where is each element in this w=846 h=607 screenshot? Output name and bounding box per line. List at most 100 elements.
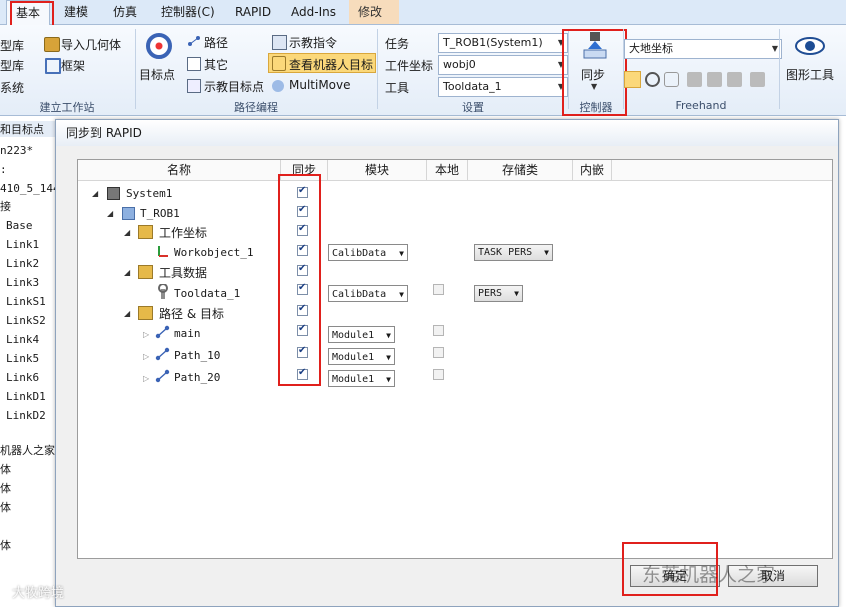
jog-linear-icon[interactable] (707, 72, 722, 87)
tree-node-main[interactable]: main (174, 327, 201, 340)
coordinate-combo[interactable]: 大地坐标 ▼ (624, 39, 782, 59)
storage-dropdown-workobject1[interactable]: TASK PERS ▼ (474, 244, 553, 261)
tree-node-paths[interactable]: 路径 & 目标 (159, 305, 224, 322)
path-icon (155, 369, 170, 383)
browser-item[interactable]: LinkD1 (6, 390, 46, 403)
eye-icon (795, 37, 825, 55)
tool-combo[interactable]: Tooldata_1 ▼ (438, 77, 568, 97)
expand-icon[interactable]: ▷ (143, 352, 149, 361)
import-geometry-button[interactable]: 导入几何体 (61, 36, 121, 53)
wobj-combo-value: wobj0 (443, 58, 476, 71)
browser-item[interactable]: 体 (0, 537, 11, 553)
tab-controller[interactable]: 控制器(C) (152, 0, 224, 24)
browser-item[interactable]: : (0, 163, 7, 176)
collapse-icon[interactable]: ◢ (124, 309, 130, 318)
local-checkbox-main[interactable] (433, 325, 444, 336)
tree-node-system[interactable]: System1 (126, 187, 172, 200)
module-dropdown-path20[interactable]: Module1 ▼ (328, 370, 395, 387)
collapse-icon[interactable]: ◢ (107, 209, 113, 218)
watermark-corner: 大牧跨境 (12, 586, 65, 601)
tab-simulation[interactable]: 仿真 (104, 0, 146, 24)
multi-robot-jog-icon[interactable] (750, 72, 765, 87)
jog-reorient-icon[interactable] (727, 72, 742, 87)
library-item-1[interactable]: 型库 (0, 37, 24, 54)
collapse-icon[interactable]: ◢ (124, 268, 130, 277)
path-button[interactable]: 路径 (204, 34, 228, 51)
highlight-sync-column (278, 174, 321, 386)
tree-node-tooldata[interactable]: 工具数据 (159, 264, 207, 281)
module-dropdown-tooldata1[interactable]: CalibData ▼ (328, 285, 408, 302)
task-combo-value: T_ROB1(System1) (443, 36, 543, 49)
wobj-combo[interactable]: wobj0 ▼ (438, 55, 568, 75)
expand-icon[interactable]: ▷ (143, 330, 149, 339)
teach-target-button[interactable]: 示教目标点 (204, 78, 264, 95)
browser-item[interactable]: Link2 (6, 257, 39, 270)
module-dropdown-value: CalibData (332, 289, 387, 300)
frame-button[interactable]: 框架 (61, 57, 85, 74)
tree-node-workobject1[interactable]: Workobject_1 (174, 246, 253, 259)
expand-icon[interactable]: ▷ (143, 374, 149, 383)
tab-modify[interactable]: 修改 (349, 0, 399, 24)
local-checkbox-path20[interactable] (433, 369, 444, 380)
local-checkbox-path10[interactable] (433, 347, 444, 358)
jog-joint-icon[interactable] (687, 72, 702, 87)
group-label-freehand: Freehand (675, 99, 727, 112)
collapse-icon[interactable]: ◢ (92, 189, 98, 198)
browser-item[interactable]: Link3 (6, 276, 39, 289)
browser-item[interactable]: 体 (0, 499, 11, 515)
tab-modeling[interactable]: 建模 (55, 0, 97, 24)
module-dropdown-path10[interactable]: Module1 ▼ (328, 348, 395, 365)
browser-item[interactable]: Base (6, 219, 33, 232)
module-dropdown-workobject1[interactable]: CalibData ▼ (328, 244, 408, 261)
browser-item[interactable]: n223* (0, 144, 33, 157)
column-header-local[interactable]: 本地 (427, 160, 468, 181)
tree-node-path20[interactable]: Path_20 (174, 371, 220, 384)
column-header-storage[interactable]: 存储类 (468, 160, 573, 181)
tooldata-folder-icon (138, 265, 153, 279)
target-point-button[interactable]: 目标点 (139, 66, 175, 83)
rotate-icon[interactable] (645, 72, 660, 87)
browser-item[interactable]: 体 (0, 480, 11, 496)
browser-item[interactable]: Link6 (6, 371, 39, 384)
tool-label: 工具 (385, 81, 410, 95)
sync-tree[interactable]: 名称 同步 模块 本地 存储类 内嵌 ◢ System1 ◢ T_ROB1 ◢ … (77, 159, 833, 559)
select-tool-icon[interactable] (624, 71, 641, 88)
browser-item[interactable]: Link4 (6, 333, 39, 346)
tree-node-path10[interactable]: Path_10 (174, 349, 220, 362)
multimove-button[interactable]: MultiMove (289, 78, 351, 92)
tab-addins[interactable]: Add-Ins (282, 0, 345, 24)
local-checkbox-tooldata1[interactable] (433, 284, 444, 295)
browser-item[interactable]: LinkS1 (6, 295, 46, 308)
storage-dropdown-value: PERS (478, 288, 503, 299)
system-item[interactable]: 系统 (0, 79, 24, 96)
browser-item[interactable]: 接 (0, 198, 11, 214)
path-icon (155, 325, 170, 339)
browser-item[interactable]: Link1 (6, 238, 39, 251)
column-header-module[interactable]: 模块 (328, 160, 427, 181)
import-geometry-icon (44, 37, 60, 52)
graphics-tool-button[interactable]: 图形工具 (786, 66, 834, 83)
column-header-name[interactable]: 名称 (78, 160, 281, 181)
storage-dropdown-value: TASK PERS (478, 247, 533, 258)
task-combo[interactable]: T_ROB1(System1) ▼ (438, 33, 568, 53)
browser-item[interactable]: Link5 (6, 352, 39, 365)
other-button[interactable]: 其它 (204, 56, 228, 73)
library-item-2[interactable]: 型库 (0, 57, 24, 74)
browser-item[interactable]: LinkD2 (6, 409, 46, 422)
chevron-down-icon: ▼ (386, 331, 391, 340)
hand-icon[interactable] (664, 72, 679, 87)
module-dropdown-main[interactable]: Module1 ▼ (328, 326, 395, 343)
browser-item[interactable]: 机器人之家 (0, 442, 55, 458)
tab-rapid[interactable]: RAPID (226, 0, 280, 24)
tree-node-tooldata1[interactable]: Tooldata_1 (174, 287, 240, 300)
storage-dropdown-tooldata1[interactable]: PERS ▼ (474, 285, 523, 302)
tree-node-trob[interactable]: T_ROB1 (140, 207, 180, 220)
tree-node-workobjects[interactable]: 工作坐标 (159, 224, 207, 241)
browser-item[interactable]: 体 (0, 461, 11, 477)
teach-instruction-button[interactable]: 示教指令 (289, 34, 337, 51)
column-header-inline[interactable]: 内嵌 (573, 160, 612, 181)
collapse-icon[interactable]: ◢ (124, 228, 130, 237)
browser-item[interactable]: LinkS2 (6, 314, 46, 327)
dialog-title: 同步到 RAPID (56, 120, 838, 146)
browser-tab[interactable]: 和目标点 (0, 121, 60, 137)
